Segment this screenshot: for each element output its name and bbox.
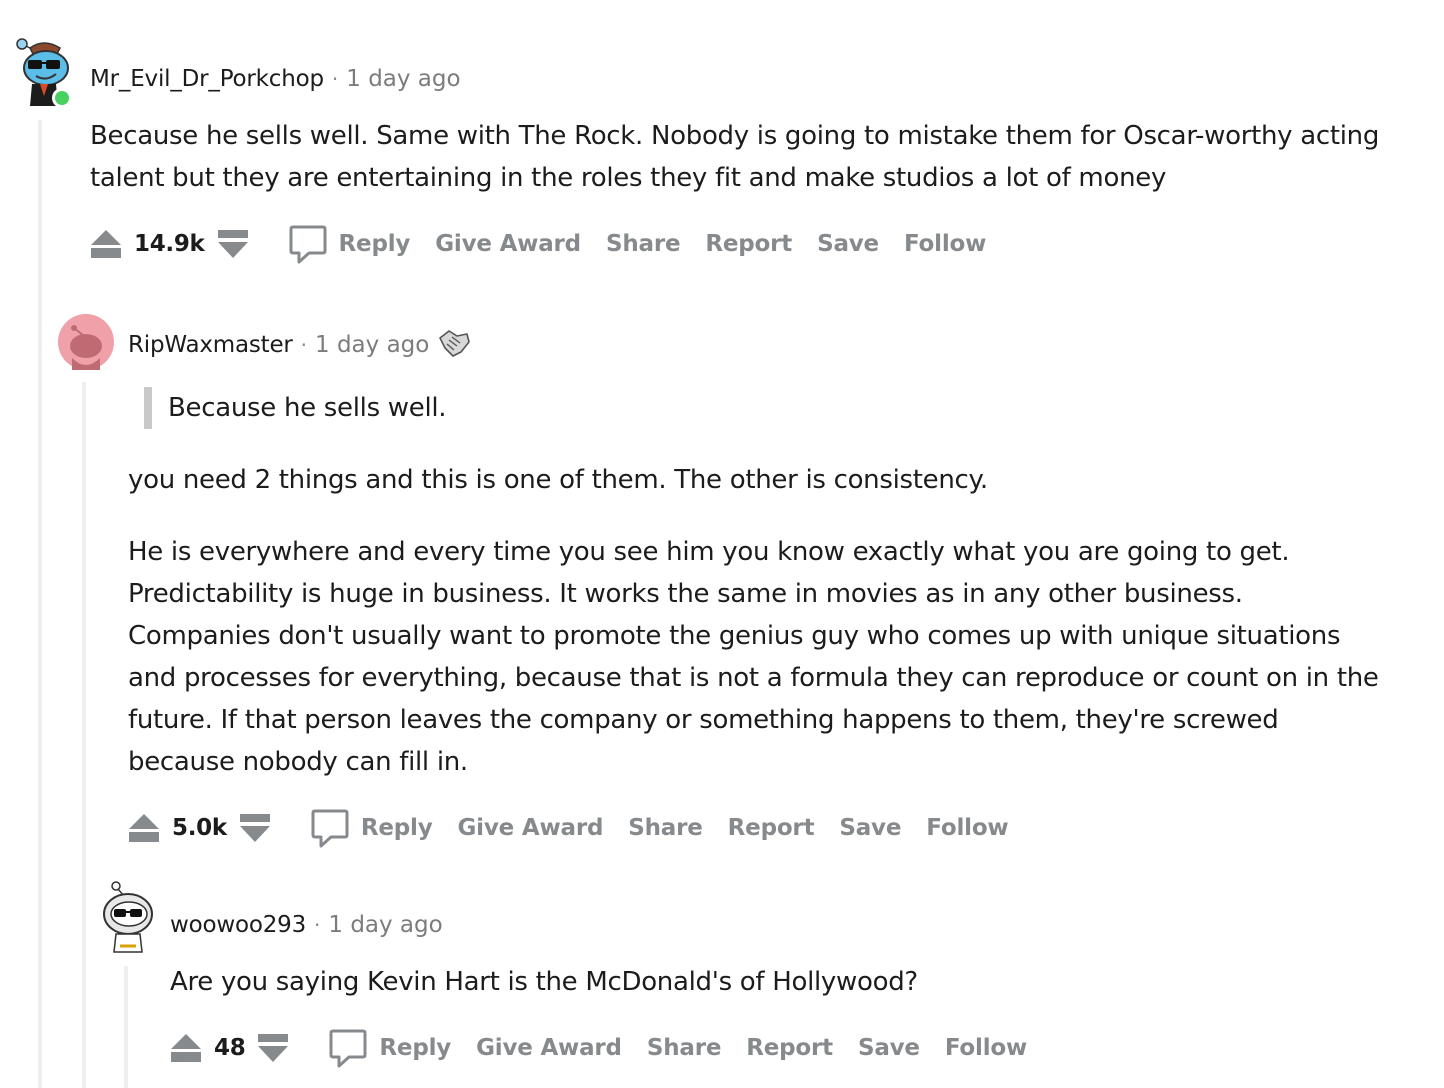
comment-paragraph-1: you need 2 things and this is one of the… [128,465,988,495]
save-button[interactable]: Save [839,815,901,841]
comment-body: Because he sells well. Same with The Roc… [90,121,1380,193]
meta-separator: · [314,913,321,937]
comment-actions: 5.0k Reply Give Award Share Report Save … [126,808,1033,848]
timestamp[interactable]: 1 day ago [328,912,442,938]
comment-meta: Mr_Evil_Dr_Porkchop · 1 day ago [90,66,461,92]
comment-paragraph-2: He is everywhere and every time you see … [128,537,1379,777]
block-quote: Because he sells well. [144,387,447,429]
comment-bubble-icon [289,224,327,264]
thread-line-3[interactable] [124,966,128,1088]
downvote-button[interactable] [237,810,273,846]
user-avatar[interactable] [16,38,72,108]
comment-bubble-icon [329,1028,367,1068]
astronaut-snoo-avatar-icon [103,881,153,953]
user-avatar[interactable] [58,314,114,370]
upvote-button[interactable] [88,226,124,262]
user-avatar[interactable] [96,880,156,956]
reply-button[interactable]: Reply [329,1028,451,1068]
give-award-button[interactable]: Give Award [476,1035,622,1061]
meta-separator: · [300,333,308,357]
report-button[interactable]: Report [746,1035,833,1061]
vote-score: 5.0k [172,815,227,841]
upvote-button[interactable] [168,1030,204,1066]
default-snoo-avatar-icon [70,325,102,370]
upvote-arrow-icon [171,1034,201,1062]
vote-score: 48 [214,1035,246,1061]
share-button[interactable]: Share [628,815,703,841]
comment-actions: 48 Reply Give Award Share Report Save Fo… [168,1028,1052,1068]
follow-button[interactable]: Follow [904,231,986,257]
comment-body: Are you saying Kevin Hart is the McDonal… [170,967,918,997]
upvote-button[interactable] [126,810,162,846]
online-status-indicator [52,88,72,108]
report-button[interactable]: Report [728,815,815,841]
downvote-arrow-icon [217,230,248,258]
thread-line-1[interactable] [38,120,42,1088]
reply-label: Reply [379,1035,452,1061]
username-link[interactable]: RipWaxmaster [128,332,293,358]
comment-actions: 14.9k Reply Give Award Share Report Save… [88,224,1011,264]
upvote-arrow-icon [91,230,121,258]
report-button[interactable]: Report [705,231,792,257]
comment-meta: RipWaxmaster · 1 day ago [128,328,471,362]
timestamp[interactable]: 1 day ago [346,66,460,92]
follow-button[interactable]: Follow [945,1035,1027,1061]
upvote-arrow-icon [129,814,159,842]
handshake-award-icon[interactable] [437,328,471,362]
save-button[interactable]: Save [817,231,879,257]
downvote-button[interactable] [215,226,251,262]
comment-bubble-icon [311,808,349,848]
username-link[interactable]: Mr_Evil_Dr_Porkchop [90,66,324,92]
reply-label: Reply [338,231,411,257]
give-award-button[interactable]: Give Award [435,231,581,257]
thread-line-2[interactable] [82,382,86,1088]
save-button[interactable]: Save [858,1035,920,1061]
username-link[interactable]: woowoo293 [170,912,306,938]
downvote-arrow-icon [258,1034,289,1062]
comment-meta: woowoo293 · 1 day ago [170,912,443,938]
vote-score: 14.9k [134,231,205,257]
reply-button[interactable]: Reply [289,224,411,264]
reply-label: Reply [360,815,433,841]
give-award-button[interactable]: Give Award [458,815,604,841]
share-button[interactable]: Share [647,1035,722,1061]
timestamp[interactable]: 1 day ago [315,332,429,358]
follow-button[interactable]: Follow [926,815,1008,841]
downvote-button[interactable] [255,1030,291,1066]
reply-button[interactable]: Reply [311,808,433,848]
downvote-arrow-icon [239,814,270,842]
meta-separator: · [331,67,339,91]
share-button[interactable]: Share [606,231,681,257]
